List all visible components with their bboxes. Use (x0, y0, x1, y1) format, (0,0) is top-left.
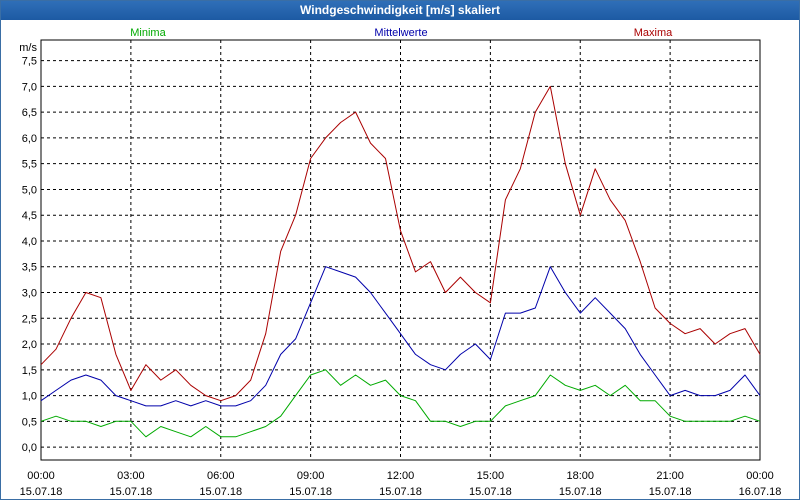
y-tick-label: 2,5 (22, 313, 37, 325)
x-tick-time: 00:00 (27, 470, 55, 482)
x-tick-date: 15.07.18 (20, 486, 63, 498)
y-tick-label: 1,5 (22, 365, 37, 377)
x-tick-time: 09:00 (297, 470, 325, 482)
y-axis-label: m/s (19, 42, 37, 54)
x-tick-time: 00:00 (746, 470, 774, 482)
x-tick-time: 03:00 (117, 470, 145, 482)
x-tick-date: 15.07.18 (379, 486, 422, 498)
y-tick-label: 2,0 (22, 339, 37, 351)
y-tick-label: 5,0 (22, 184, 37, 196)
y-tick-label: 3,0 (22, 288, 37, 300)
window-title: Windgeschwindigkeit [m/s] skaliert (1, 1, 799, 20)
y-tick-label: 0,5 (22, 416, 37, 428)
x-axis: 00:00 15.07.18 03:00 15.07.18 06:00 15.07.18 0… (20, 470, 782, 498)
y-tick-label: 7,0 (22, 81, 37, 93)
x-tick-date: 15.07.18 (199, 486, 242, 498)
x-tick-time: 21:00 (656, 470, 684, 482)
chart-window: Windgeschwindigkeit [m/s] skaliert 0,0 0,… (0, 0, 800, 500)
y-tick-label: 1,0 (22, 391, 37, 403)
y-tick-label: 6,0 (22, 133, 37, 145)
y-axis: 0,0 0,5 1,0 1,5 2,0 2,5 3,0 3,5 4,0 4,5 5,0 5,5 6,0 6… (19, 42, 37, 454)
y-tick-label: 7,5 (22, 56, 37, 68)
x-tick-date: 15.07.18 (649, 486, 692, 498)
x-tick-date: 16.07.18 (739, 486, 782, 498)
legend: Minima Mittelwerte Maxima (130, 27, 673, 39)
y-tick-label: 4,0 (22, 236, 37, 248)
x-tick-date: 15.07.18 (559, 486, 602, 498)
y-tick-label: 5,5 (22, 159, 37, 171)
y-tick-label: 6,5 (22, 107, 37, 119)
y-tick-label: 0,0 (22, 442, 37, 454)
legend-mittelwerte: Mittelwerte (374, 27, 427, 39)
x-tick-time: 15:00 (477, 470, 505, 482)
x-tick-date: 15.07.18 (469, 486, 512, 498)
x-tick-time: 18:00 (566, 470, 594, 482)
x-tick-date: 15.07.18 (109, 486, 152, 498)
x-tick-time: 12:00 (387, 470, 415, 482)
legend-maxima: Maxima (634, 27, 673, 39)
x-tick-time: 06:00 (207, 470, 235, 482)
y-tick-label: 3,5 (22, 262, 37, 274)
y-tick-label: 4,5 (22, 210, 37, 222)
grid (40, 39, 761, 461)
line-chart: 0,0 0,5 1,0 1,5 2,0 2,5 3,0 3,5 4,0 4,5 5,0 5,5 6,0 6… (19, 27, 782, 498)
legend-minima: Minima (130, 27, 166, 39)
x-tick-date: 15.07.18 (289, 486, 332, 498)
